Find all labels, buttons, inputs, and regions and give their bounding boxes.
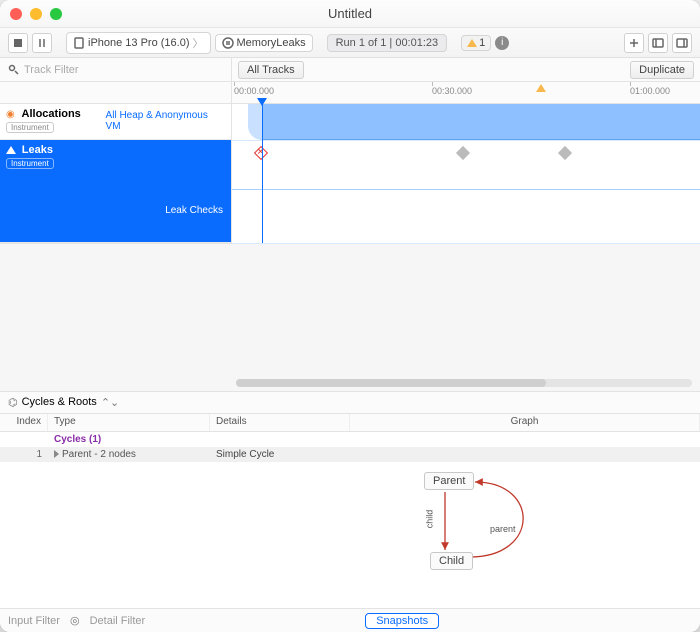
timeline-area[interactable] <box>232 104 700 243</box>
leaks-title: Leaks <box>22 144 53 156</box>
input-filter-label: Input Filter <box>8 615 60 627</box>
row-type: Parent - 2 nodes <box>62 449 136 460</box>
allocations-graph <box>232 104 700 140</box>
col-type[interactable]: Type <box>48 414 210 431</box>
horizontal-scrollbar[interactable] <box>236 379 692 387</box>
graph-node-child[interactable]: Child <box>430 552 473 570</box>
ruler-tick: 00:30.000 <box>432 86 472 96</box>
tracks-panel: ◉ Allocations Instrument All Heap & Anon… <box>0 104 700 244</box>
warning-icon <box>467 39 477 47</box>
window-title: Untitled <box>328 6 372 21</box>
ruler-tick: 00:00.000 <box>234 86 274 96</box>
plus-icon <box>628 37 640 49</box>
allocations-title: Allocations <box>22 108 81 120</box>
instrument-badge: Instrument <box>6 122 54 133</box>
leaks-icon <box>6 146 16 154</box>
instrument-badge: Instrument <box>6 158 54 169</box>
add-button[interactable] <box>624 33 644 53</box>
device-icon <box>73 37 85 49</box>
panel-left-icon <box>652 37 664 49</box>
group-label: Cycles (1) <box>48 434 210 445</box>
leaks-track-header[interactable]: Leaks Instrument Leak Checks <box>0 140 231 243</box>
ruler-tick: 01:00.000 <box>630 86 670 96</box>
filter-icon <box>8 64 20 76</box>
time-ruler[interactable]: 00:00.000 00:30.000 01:00.000 <box>0 82 700 104</box>
track-filter-input[interactable]: Track Filter <box>0 58 232 81</box>
col-graph[interactable]: Graph <box>350 414 700 431</box>
title-bar: Untitled <box>0 0 700 28</box>
col-index[interactable]: Index <box>0 414 48 431</box>
run-status-pill[interactable]: Run 1 of 1 | 00:01:23 <box>327 34 448 52</box>
stop-icon <box>12 37 24 49</box>
duplicate-button[interactable]: Duplicate <box>630 61 694 79</box>
stop-button[interactable] <box>8 33 28 53</box>
panel-left-button[interactable] <box>648 33 668 53</box>
zoom-window-button[interactable] <box>50 8 62 20</box>
row-index: 1 <box>0 449 48 460</box>
footer-bar: Input Filter ◎ Detail Filter Snapshots <box>0 608 700 632</box>
warnings-badge[interactable]: 1 <box>461 35 491 51</box>
panel-right-button[interactable] <box>672 33 692 53</box>
detail-view-selector[interactable]: ⌬ Cycles & Roots ⌃⌄ <box>0 392 700 414</box>
info-button[interactable]: i <box>495 36 509 50</box>
panel-right-icon <box>676 37 688 49</box>
marker-icon <box>536 84 546 92</box>
device-crumb[interactable]: iPhone 13 Pro (16.0) 〉 <box>66 32 211 54</box>
detail-view-label: Cycles & Roots <box>22 396 97 408</box>
allocations-track-header[interactable]: ◉ Allocations Instrument All Heap & Anon… <box>0 104 231 140</box>
project-label: MemoryLeaks <box>237 37 306 49</box>
table-body: Cycles (1) 1 Parent - 2 nodes Simple Cyc… <box>0 432 700 462</box>
pause-icon <box>36 37 48 49</box>
filter-icon: ◎ <box>70 614 80 627</box>
app-window: Untitled iPhone 13 Pro (16.0) 〉 MemoryLe… <box>0 0 700 632</box>
warning-count: 1 <box>479 37 485 49</box>
device-label: iPhone 13 Pro (16.0) <box>88 37 190 49</box>
project-crumb[interactable]: MemoryLeaks <box>215 34 313 52</box>
track-list: ◉ Allocations Instrument All Heap & Anon… <box>0 104 232 243</box>
chevron-updown-icon: ⌃⌄ <box>101 396 119 409</box>
edge-label-parent: parent <box>490 524 516 534</box>
graph-edges <box>0 462 700 609</box>
cycle-graph[interactable]: Parent Child child parent <box>0 462 700 609</box>
detail-filter-input[interactable]: Detail Filter <box>90 615 146 627</box>
allocations-icon: ◉ <box>6 109 15 120</box>
table-row[interactable]: 1 Parent - 2 nodes Simple Cycle <box>0 447 700 462</box>
all-tracks-button[interactable]: All Tracks <box>238 61 304 79</box>
run-status-text: Run 1 of 1 | 00:01:23 <box>336 37 439 49</box>
leaks-subtitle: Leak Checks <box>100 201 231 220</box>
pause-button[interactable] <box>32 33 52 53</box>
edge-label-child: child <box>424 509 434 528</box>
close-window-button[interactable] <box>10 8 22 20</box>
main-toolbar: iPhone 13 Pro (16.0) 〉 MemoryLeaks Run 1… <box>0 28 700 58</box>
window-controls <box>10 8 62 20</box>
cycles-icon: ⌬ <box>8 396 18 409</box>
cycles-group-row[interactable]: Cycles (1) <box>0 432 700 447</box>
row-details: Simple Cycle <box>210 449 350 460</box>
disclosure-icon[interactable] <box>54 450 59 458</box>
col-details[interactable]: Details <box>210 414 350 431</box>
leaks-app-icon <box>222 37 234 49</box>
playhead[interactable] <box>262 104 263 243</box>
table-header: Index Type Details Graph <box>0 414 700 432</box>
timeline-spacer <box>0 244 700 392</box>
track-filter-placeholder: Track Filter <box>24 64 79 76</box>
graph-node-parent[interactable]: Parent <box>424 472 474 490</box>
snapshots-button[interactable]: Snapshots <box>365 613 439 629</box>
minimize-window-button[interactable] <box>30 8 42 20</box>
filter-bar: Track Filter All Tracks Duplicate <box>0 58 700 82</box>
allocations-subtitle: All Heap & Anonymous VM <box>100 106 231 136</box>
